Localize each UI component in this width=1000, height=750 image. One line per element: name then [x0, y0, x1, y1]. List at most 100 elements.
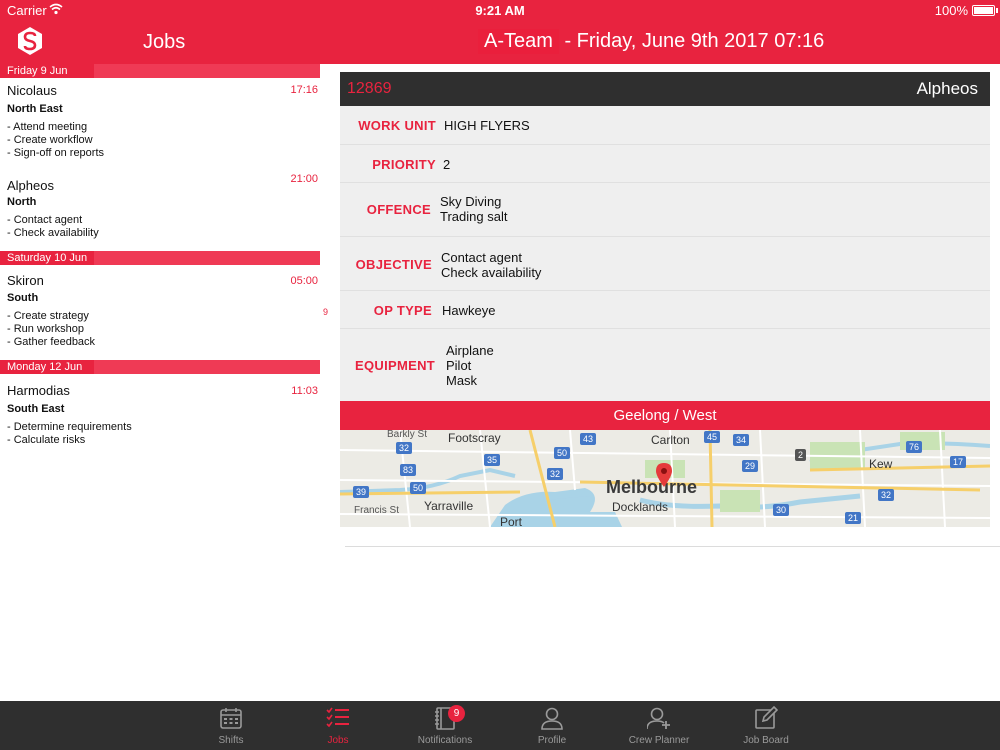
route-badge: 2	[795, 449, 807, 461]
date-subtitle: - Friday, June 9th 2017 07:16	[558, 30, 825, 52]
status-bar: Carrier 9:21 AM 100%	[0, 0, 1000, 22]
job-tasks: - Create strategy - Run workshop - Gathe…	[7, 310, 95, 349]
day-header-accent	[94, 251, 320, 265]
map-label: Francis St	[354, 505, 400, 516]
route-badge: 32	[396, 442, 413, 454]
job-name: Alpheos	[7, 178, 54, 193]
job-item-alpheos[interactable]: Alpheos 21:00 North - Contact agent - Ch…	[0, 173, 320, 250]
map-label: Port	[500, 515, 523, 527]
clock: 9:21 AM	[475, 3, 525, 18]
detail-divider	[345, 546, 1000, 547]
value-line: 2	[443, 157, 451, 172]
route-badge: 34	[733, 434, 750, 446]
day-header: Saturday 10 Jun	[0, 251, 320, 265]
job-id: 12869	[347, 80, 392, 97]
route-badge: 39	[353, 486, 370, 498]
job-item-skiron[interactable]: Skiron 05:00 South - Create strategy - R…	[0, 265, 320, 359]
tab-notifications[interactable]: 9 Notifications	[400, 701, 490, 750]
nav-bar: Jobs A-Team - Friday, June 9th 2017 07:1…	[0, 22, 1000, 64]
row-value: Hawkeye	[442, 303, 495, 318]
job-region: North	[7, 196, 37, 208]
tab-job-board[interactable]: Job Board	[721, 701, 811, 750]
job-name: Nicolaus	[7, 83, 57, 98]
job-detail: 12869 Alpheos WORK UNIT HIGH FLYERS PRIO…	[340, 72, 990, 527]
value-line: Check availability	[441, 265, 542, 280]
row-value: Sky Diving Trading salt	[440, 194, 507, 224]
battery-tip-icon	[996, 8, 998, 13]
map-label: Carlton	[651, 433, 690, 447]
map-city-label: Melbourne	[606, 477, 698, 497]
row-label: OFFENCE	[366, 202, 431, 217]
task-item: - Create strategy	[7, 310, 89, 322]
job-time: 05:00	[290, 275, 318, 287]
row-objective: OBJECTIVE Contact agent Check availabili…	[340, 237, 990, 291]
add-person-icon	[647, 707, 670, 730]
tab-jobs[interactable]: Jobs	[293, 701, 383, 750]
tab-label: Notifications	[417, 735, 473, 746]
section-index[interactable]: 9	[323, 307, 328, 317]
page-title: A-Team - Friday, June 9th 2017 07:16	[478, 29, 824, 54]
value-line: Trading salt	[440, 209, 508, 224]
person-icon	[541, 707, 563, 730]
map-label: Footscray	[448, 431, 501, 445]
job-item-harmodias[interactable]: Harmodias 11:03 South East - Determine r…	[0, 374, 320, 454]
row-label: EQUIPMENT	[355, 358, 435, 373]
edit-icon	[755, 706, 778, 729]
location-pin-icon	[656, 463, 672, 487]
task-item: - Determine requirements	[7, 421, 132, 433]
job-name: Harmodias	[7, 383, 70, 398]
task-item: - Check availability	[7, 227, 99, 239]
tab-shifts[interactable]: Shifts	[186, 701, 276, 750]
job-tasks: - Contact agent - Check availability	[7, 214, 99, 240]
location-map[interactable]: 39 83 32 35 50 43 45 34 2 29 76 17 32 30…	[340, 430, 990, 527]
route-badge: 32	[878, 489, 895, 501]
value-line: Pilot	[446, 358, 472, 373]
map-label: Barkly St	[387, 430, 428, 440]
job-time: 21:00	[290, 173, 318, 185]
calendar-icon	[220, 708, 242, 729]
team-name[interactable]: A-Team	[478, 29, 559, 54]
jobs-title: Jobs	[143, 31, 186, 53]
map-label: Kew	[869, 457, 893, 471]
route-badge: 30	[773, 504, 790, 516]
task-item: - Gather feedback	[7, 336, 96, 348]
row-work-unit: WORK UNIT HIGH FLYERS	[340, 106, 990, 145]
route-badge: 50	[410, 482, 427, 494]
job-tasks: - Attend meeting - Create workflow - Sig…	[7, 121, 104, 160]
tab-crew-planner[interactable]: Crew Planner	[614, 701, 704, 750]
day-header: Friday 9 Jun	[0, 64, 320, 78]
job-name: Skiron	[7, 273, 44, 288]
value-line: Contact agent	[441, 250, 522, 265]
route-badge: 43	[580, 433, 597, 445]
route-badge: 21	[845, 512, 862, 524]
route-badge: 32	[547, 468, 564, 480]
detail-header: 12869 Alpheos	[340, 72, 990, 106]
location-bar[interactable]: Geelong / West	[340, 401, 990, 430]
route-badge: 50	[554, 447, 571, 459]
notification-badge: 9	[448, 705, 465, 722]
job-list: Friday 9 Jun Nicolaus 17:16 North East -…	[0, 64, 333, 701]
route-badge: 35	[484, 454, 501, 466]
job-detail-name: Alpheos	[916, 79, 978, 98]
route-badge: 29	[742, 460, 759, 472]
tab-label: Crew Planner	[628, 735, 690, 746]
job-region: South East	[7, 403, 65, 415]
job-time: 17:16	[290, 84, 318, 96]
route-badge: 76	[906, 441, 923, 453]
tab-profile[interactable]: Profile	[507, 701, 597, 750]
day-header-accent	[94, 64, 320, 78]
map-label: Docklands	[612, 500, 669, 514]
row-value: HIGH FLYERS	[444, 118, 530, 133]
task-item: - Run workshop	[7, 323, 85, 335]
value-line: Hawkeye	[442, 303, 496, 318]
app-logo-icon[interactable]	[16, 26, 44, 56]
row-equipment: EQUIPMENT Airplane Pilot Mask	[340, 329, 990, 401]
row-op-type: OP TYPE Hawkeye	[340, 291, 990, 329]
value-line: Mask	[446, 373, 478, 388]
job-item-nicolaus[interactable]: Nicolaus 17:16 North East - Attend meeti…	[0, 78, 320, 176]
row-priority: PRIORITY 2	[340, 145, 990, 183]
checklist-icon	[326, 707, 349, 728]
row-value: 2	[443, 157, 450, 172]
value-line: Sky Diving	[440, 194, 502, 209]
battery-icon	[972, 5, 995, 16]
